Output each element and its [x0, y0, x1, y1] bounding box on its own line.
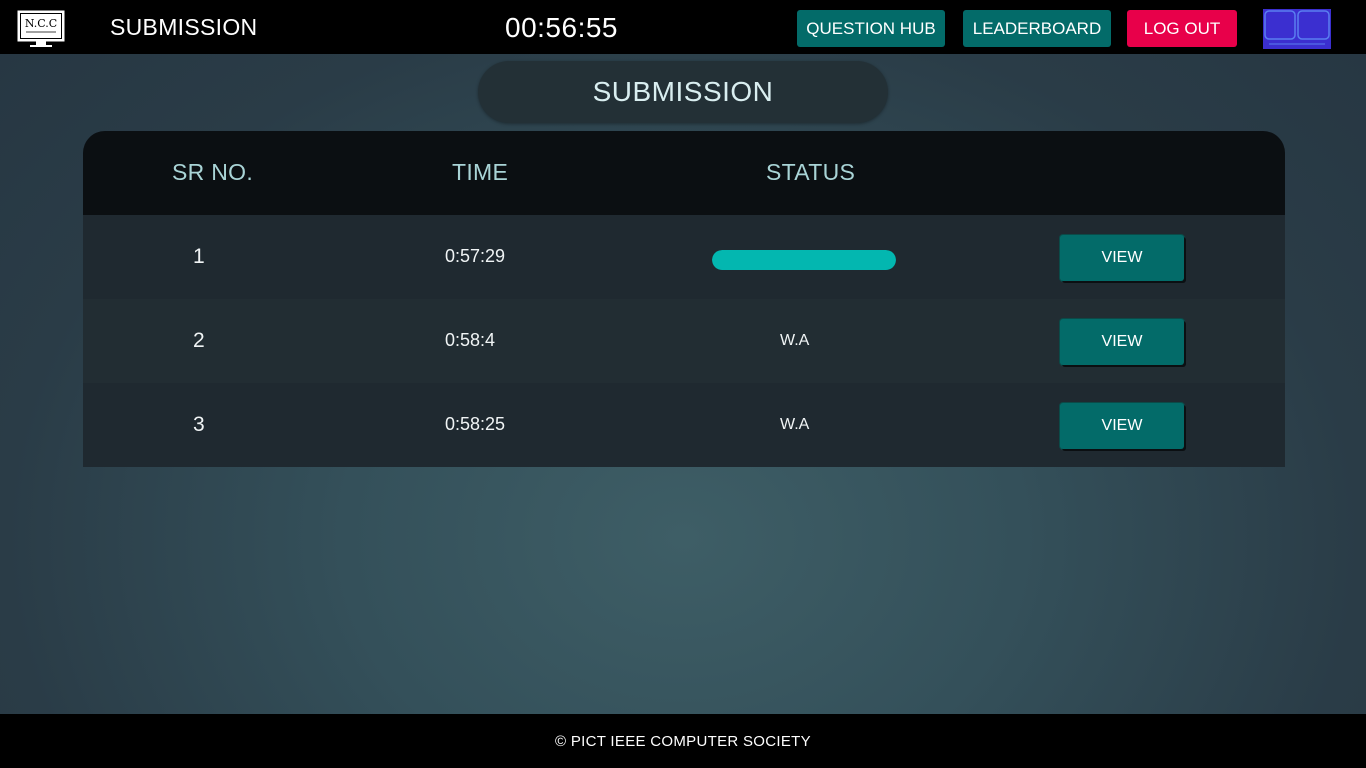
- sr-no-cell: 3: [193, 413, 205, 436]
- table-row: 3 0:58:25 W.A VIEW: [83, 383, 1285, 467]
- footer: © PICT IEEE COMPUTER SOCIETY: [0, 714, 1366, 768]
- view-button[interactable]: VIEW: [1060, 403, 1184, 449]
- logout-button[interactable]: LOG OUT: [1127, 10, 1237, 47]
- page-heading: SUBMISSION: [110, 14, 258, 40]
- time-cell: 0:58:25: [445, 414, 506, 434]
- view-button[interactable]: VIEW: [1060, 319, 1184, 365]
- table-row: 2 0:58:4 W.A VIEW: [83, 299, 1285, 383]
- status-cell: W.A: [780, 332, 810, 349]
- column-header-time: TIME: [452, 159, 509, 185]
- footer-copyright: © PICT IEEE COMPUTER SOCIETY: [555, 732, 811, 750]
- time-cell: 0:58:4: [445, 330, 496, 350]
- view-button[interactable]: VIEW: [1060, 235, 1184, 281]
- logo-text: N.C.C: [25, 17, 57, 30]
- section-title: SUBMISSION: [478, 61, 888, 123]
- sr-no-cell: 2: [193, 329, 205, 352]
- submissions-table: SR NO. TIME STATUS 1 0:57:29 VIEW 2 0:58…: [83, 131, 1285, 467]
- status-progress-bar: [712, 250, 896, 270]
- ieee-logo[interactable]: [1263, 9, 1331, 49]
- leaderboard-button[interactable]: LEADERBOARD: [963, 10, 1111, 47]
- top-navbar: N.C.C SUBMISSION 00:56:55 QUESTION HUB L…: [0, 0, 1366, 54]
- countdown-timer: 00:56:55: [505, 12, 618, 43]
- time-cell: 0:57:29: [445, 246, 506, 266]
- status-cell: W.A: [780, 416, 810, 433]
- table-header: SR NO. TIME STATUS: [83, 131, 1285, 215]
- column-header-sr-no: SR NO.: [172, 159, 254, 185]
- column-header-status: STATUS: [766, 159, 856, 185]
- question-hub-button[interactable]: QUESTION HUB: [797, 10, 945, 47]
- ncc-logo[interactable]: N.C.C: [17, 10, 65, 48]
- status-progress-fill: [712, 250, 896, 270]
- table-row: 1 0:57:29 VIEW: [83, 215, 1285, 299]
- sr-no-cell: 1: [193, 245, 205, 268]
